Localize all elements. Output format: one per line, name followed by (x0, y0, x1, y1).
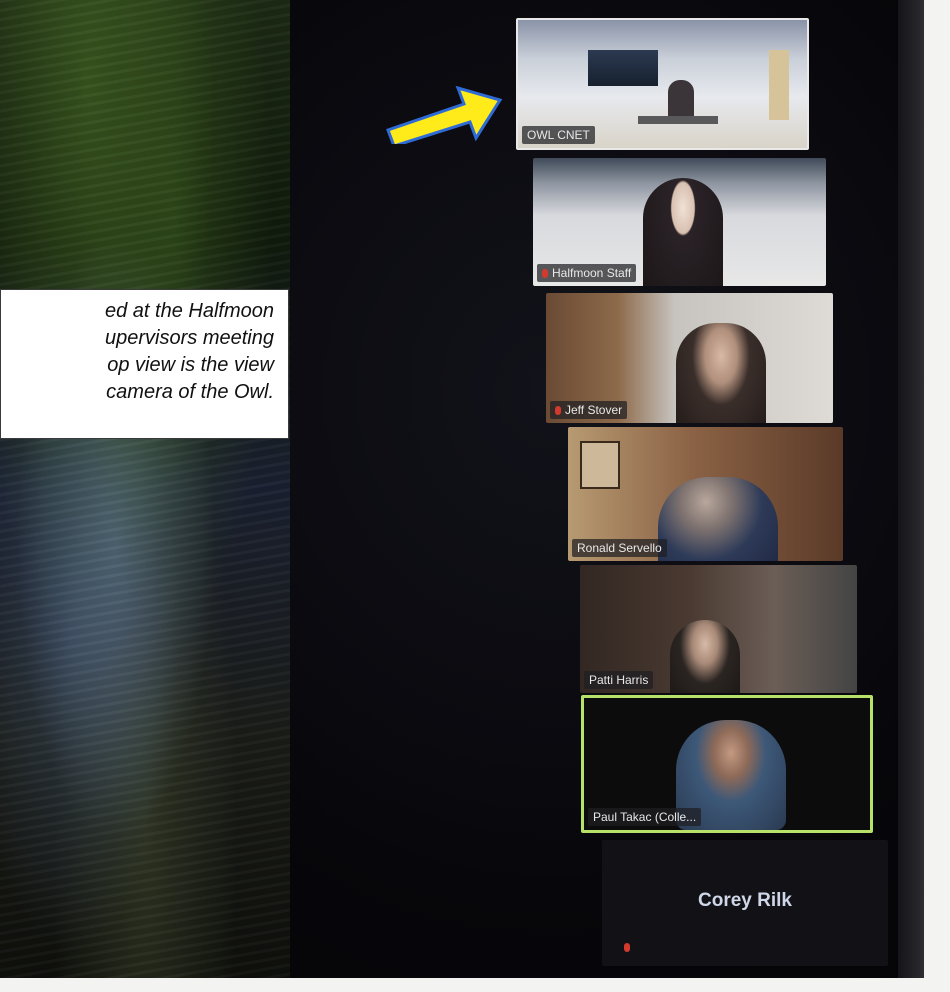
caption-text: ed at the Halfmoon upervisors meeting op… (105, 300, 274, 403)
participant-name: Corey Rilk (698, 890, 792, 911)
video-tile-paul-takac-active-speaker[interactable]: Paul Takac (Colle... (581, 695, 873, 833)
screen-edge (898, 0, 924, 978)
participant-figure (658, 477, 778, 561)
participant-name-label: Halfmoon Staff (537, 264, 637, 282)
video-tile-jeff-stover[interactable]: Jeff Stover (546, 293, 833, 423)
tv-screen (588, 50, 658, 86)
participant-name-label: Jeff Stover (550, 401, 628, 419)
arrow-shape (386, 85, 503, 144)
participant-name: Halfmoon Staff (552, 266, 632, 280)
participant-name: OWL CNET (522, 126, 595, 144)
participant-name: Ronald Servello (572, 539, 667, 557)
wall-picture (580, 441, 620, 489)
video-tile-corey-rilk[interactable]: Corey Rilk (602, 840, 888, 966)
wall-panel (769, 50, 789, 120)
participant-name: Jeff Stover (565, 403, 623, 417)
participant-name: Patti Harris (584, 671, 654, 689)
video-tile-ronald-servello[interactable]: Ronald Servello (568, 427, 843, 561)
mic-muted-icon (542, 269, 548, 278)
arrow-right-icon (386, 85, 503, 144)
participant-figure (670, 620, 740, 693)
participant-figure (676, 323, 766, 423)
participant-figure (643, 178, 723, 286)
photo-background: OWL CNET Halfmoon Staff Jeff Stover Rona… (0, 0, 924, 978)
page-margin (0, 978, 950, 992)
participant-name: Paul Takac (Colle... (588, 808, 702, 826)
waterfall-wallpaper (0, 0, 290, 978)
annotation-caption: ed at the Halfmoon upervisors meeting op… (0, 289, 289, 439)
participant-figure (668, 80, 694, 120)
video-tile-owl-cnet[interactable]: OWL CNET (516, 18, 809, 150)
meeting-table (638, 116, 718, 124)
video-tile-halfmoon-staff[interactable]: Halfmoon Staff (533, 158, 826, 286)
video-tile-patti-harris[interactable]: Patti Harris (580, 565, 857, 693)
mic-muted-icon (624, 943, 630, 952)
mic-muted-icon (555, 406, 561, 415)
